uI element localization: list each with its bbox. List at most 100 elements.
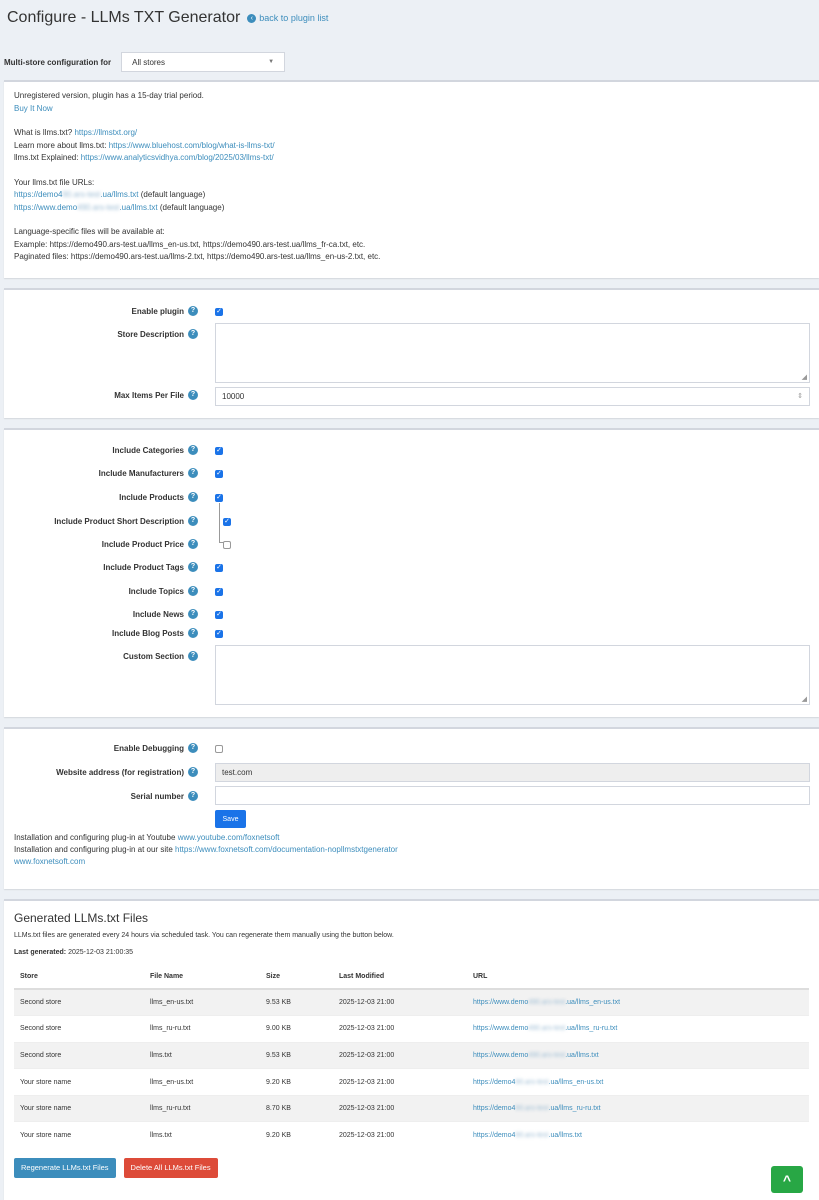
table-row: Your store name llms_ru-ru.txt 8.70 KB 2025… [14,1094,809,1122]
custom-section-label: Custom Section [123,651,184,661]
include-tags-checkbox[interactable]: ✓ [215,564,223,572]
table-cell: Second store [14,1041,144,1069]
help-icon[interactable]: ? [188,586,198,596]
help-icon[interactable]: ? [188,628,198,638]
include-products-label: Include Products [119,492,184,502]
table-header-row: Store File Name Size Last Modified URL [14,965,809,990]
table-body: Second store llms_en-us.txt 9.53 KB 2025-12… [14,988,809,1149]
back-to-plugin-list-link[interactable]: ‹ back to plugin list [247,13,328,23]
delete-all-button[interactable]: Delete All LLMs.txt Files [123,1157,218,1178]
max-items-label: Max Items Per File [114,390,184,400]
save-button[interactable]: Save [215,810,246,828]
help-icon[interactable]: ? [188,651,198,661]
help-icon[interactable]: ? [188,609,198,619]
include-topics-row: Include Topics? ✓ [4,586,819,598]
file-url-link[interactable]: https://demo490.ars-test.ua/llms_ru-ru.t… [473,1105,601,1112]
table-cell: llms_en-us.txt [144,988,260,1016]
help-icon[interactable]: ? [188,539,198,549]
include-manufacturers-label: Include Manufacturers [98,468,184,478]
column-header: URL [467,965,809,990]
help-icon[interactable]: ? [188,306,198,316]
help-icon[interactable]: ? [188,329,198,339]
table-cell: llms.txt [144,1121,260,1149]
llms-url-1-note: (default language) [140,190,206,199]
table-cell: https://www.demo490.ars-test.ua/llms.txt [467,1041,809,1069]
caret-down-icon: ▼ [268,59,275,65]
resize-handle-icon[interactable]: ◢ [802,695,807,703]
what-link[interactable]: https://llmstxt.org/ [74,128,137,137]
help-icon[interactable]: ? [188,468,198,478]
generated-title: Generated LLMs.txt Files [14,911,149,925]
explained-link[interactable]: https://www.analyticsvidhya.com/blog/202… [81,153,274,162]
table-cell: 2025-12-03 21:00 [333,1015,467,1043]
table-row: Your store name llms.txt 9.20 KB 2025-12-03… [14,1121,809,1149]
store-description-textarea[interactable]: ◢ [215,323,810,383]
include-categories-checkbox[interactable]: ✓ [215,447,223,455]
table-cell: 2025-12-03 21:00 [333,1121,467,1149]
include-short-desc-checkbox[interactable]: ✓ [223,518,231,526]
table-cell: llms.txt [144,1041,260,1069]
info-panel: Unregistered version, plugin has a 15-da… [4,80,819,278]
enable-debugging-checkbox[interactable] [215,745,223,753]
youtube-text: Installation and configuring plug-in at … [14,833,176,842]
include-categories-label: Include Categories [112,445,184,455]
help-icon[interactable]: ? [188,390,198,400]
table-cell: 8.70 KB [260,1094,333,1122]
include-news-checkbox[interactable]: ✓ [215,611,223,619]
help-icon[interactable]: ? [188,492,198,502]
foxnetsoft-link[interactable]: www.foxnetsoft.com [14,857,85,866]
file-url-link[interactable]: https://www.demo490.ars-test.ua/llms.txt [473,1052,599,1059]
spinner-icon[interactable]: ⇕ [797,392,803,400]
site-link[interactable]: https://www.foxnetsoft.com/documentation… [175,845,398,854]
include-news-row: Include News? ✓ [4,609,819,621]
include-price-label: Include Product Price [101,539,184,549]
help-icon[interactable]: ? [188,791,198,801]
table-row: Second store llms_en-us.txt 9.53 KB 2025-12… [14,988,809,1016]
file-url-link[interactable]: https://www.demo490.ars-test.ua/llms_ru-… [473,1025,617,1032]
resize-handle-icon[interactable]: ◢ [802,373,807,381]
installation-links: Installation and configuring plug-in at … [14,832,398,868]
include-topics-checkbox[interactable]: ✓ [215,588,223,596]
unregistered-text: Unregistered version, plugin has a 15-da… [14,91,204,100]
back-link-label: back to plugin list [259,13,329,23]
scroll-to-top-button[interactable]: ^ [771,1166,803,1193]
file-url-link[interactable]: https://demo490.ars-test.ua/llms.txt [473,1132,582,1139]
generated-desc: LLMs.txt files are generated every 24 ho… [14,932,394,939]
max-items-value: 10000 [222,392,245,401]
llms-url-2[interactable]: https://www.demo490.ars-test.ua/llms.txt [14,203,158,212]
enable-plugin-checkbox[interactable]: ✓ [215,308,223,316]
table-row: Your store name llms_en-us.txt 9.20 KB 2025… [14,1068,809,1096]
youtube-link[interactable]: www.youtube.com/foxnetsoft [178,833,280,842]
include-blog-checkbox[interactable]: ✓ [215,630,223,638]
help-icon[interactable]: ? [188,767,198,777]
include-manufacturers-checkbox[interactable]: ✓ [215,470,223,478]
custom-section-textarea[interactable]: ◢ [215,645,810,705]
website-label: Website address (for registration) [56,767,184,777]
table-cell: Second store [14,1015,144,1043]
learn-label: Learn more about llms.txt: [14,140,107,150]
generated-files-panel: Generated LLMs.txt Files LLMs.txt files … [4,899,819,1200]
learn-link[interactable]: https://www.bluehost.com/blog/what-is-ll… [109,141,275,150]
table-row: Second store llms.txt 9.53 KB 2025-12-03 21… [14,1041,809,1069]
help-icon[interactable]: ? [188,562,198,572]
include-products-checkbox[interactable]: ✓ [215,494,223,502]
buy-it-now-link[interactable]: Buy It Now [14,104,53,113]
llms-url-1[interactable]: https://demo490.ars-test.ua/llms.txt [14,190,139,199]
file-url-link[interactable]: https://demo490.ars-test.ua/llms_en-us.t… [473,1079,603,1086]
store-select[interactable]: All stores ▼ [121,52,286,72]
enable-debugging-row: Enable Debugging? [4,743,819,755]
max-items-input[interactable]: 10000 ⇕ [215,387,810,406]
help-icon[interactable]: ? [188,516,198,526]
include-short-desc-label: Include Product Short Description [54,516,184,526]
help-icon[interactable]: ? [188,743,198,753]
website-input[interactable]: test.com [215,763,810,782]
regenerate-button[interactable]: Regenerate LLMs.txt Files [14,1157,116,1178]
include-price-checkbox[interactable] [223,541,231,549]
help-icon[interactable]: ? [188,445,198,455]
serial-input[interactable] [215,786,810,805]
page-title: Configure - LLMs TXT Generator [7,9,241,26]
table-cell: 9.53 KB [260,1041,333,1069]
column-header: Last Modified [333,965,467,990]
file-url-link[interactable]: https://www.demo490.ars-test.ua/llms_en-… [473,999,620,1006]
table-cell: llms_ru-ru.txt [144,1094,260,1122]
